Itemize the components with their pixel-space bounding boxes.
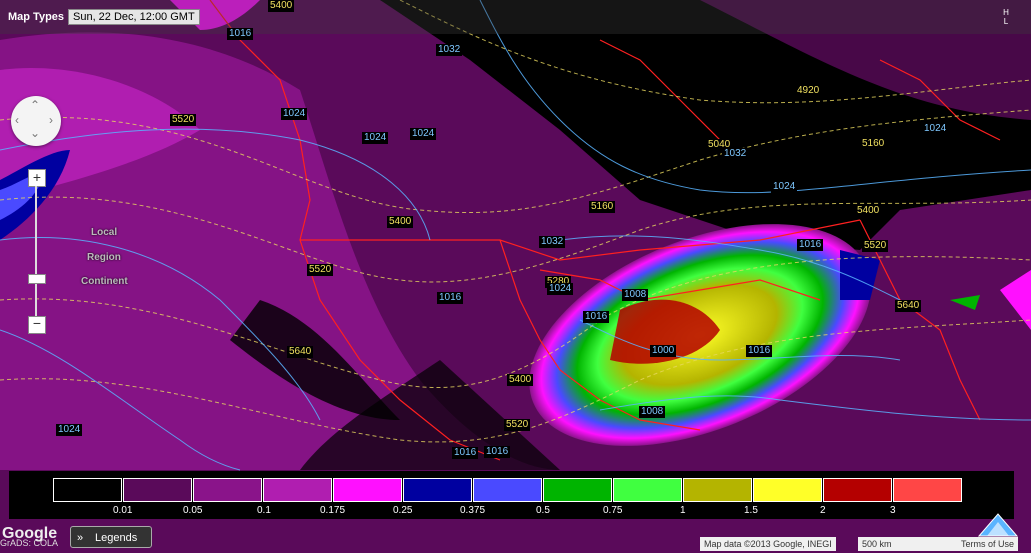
- pan-right-icon[interactable]: ›: [49, 113, 53, 127]
- legends-button-label: Legends: [95, 532, 138, 544]
- pressure-label: 1024: [362, 132, 389, 144]
- legend-swatch: [193, 478, 262, 502]
- legend-swatch: [543, 478, 612, 502]
- hl-icon[interactable]: HL: [996, 8, 1016, 30]
- legend-tick: 0.175: [320, 505, 346, 516]
- pressure-label: 1016: [227, 28, 254, 40]
- zoom-level-local[interactable]: Local: [91, 227, 117, 238]
- legend-swatch: [123, 478, 192, 502]
- map-types-button[interactable]: Map Types: [8, 11, 64, 23]
- legend-tick: 1: [680, 505, 686, 516]
- legend-tick: 0.5: [536, 505, 550, 516]
- pressure-label: 1024: [771, 181, 798, 193]
- grads-credit: GrADS: COLA: [0, 538, 59, 548]
- height-label: 5640: [895, 300, 922, 312]
- legend-swatch: [683, 478, 752, 502]
- pressure-label: 1016: [452, 447, 479, 459]
- legend-tick: 0.75: [603, 505, 623, 516]
- legends-button[interactable]: » Legends: [70, 526, 152, 548]
- map-data-attribution[interactable]: Map data ©2013 Google, INEGI: [700, 537, 836, 551]
- pressure-label: 1024: [56, 424, 83, 436]
- legend-swatch: [263, 478, 332, 502]
- zoom-out-button[interactable]: −: [28, 316, 46, 334]
- legend-tick: 0.375: [460, 505, 486, 516]
- legend-tick: 0.1: [257, 505, 271, 516]
- height-label: 5520: [170, 114, 197, 126]
- legend-swatch: [613, 478, 682, 502]
- legend-tick: 0.01: [113, 505, 133, 516]
- pressure-label: 1016: [797, 239, 824, 251]
- legend-swatch: [473, 478, 542, 502]
- pressure-label: 1032: [722, 148, 749, 160]
- pressure-label: 1032: [539, 236, 566, 248]
- double-chevron-icon: »: [77, 532, 84, 544]
- pressure-label: 1024: [547, 283, 574, 295]
- pressure-label: 1000: [650, 345, 677, 357]
- zoom-level-region[interactable]: Region: [87, 252, 121, 263]
- pressure-label: 1024: [281, 108, 308, 120]
- height-label: 5400: [268, 0, 295, 12]
- pressure-label: 1016: [437, 292, 464, 304]
- legend-swatch: [403, 478, 472, 502]
- pan-up-icon[interactable]: ⌃: [30, 98, 40, 112]
- legend-swatch: [53, 478, 122, 502]
- zoom-slider-track[interactable]: [35, 186, 37, 316]
- height-label: 5160: [589, 201, 616, 213]
- pressure-label: 1032: [436, 44, 463, 56]
- pressure-label: 1016: [583, 311, 610, 323]
- terms-of-use-link[interactable]: Terms of Use: [957, 537, 1019, 551]
- legend-tick: 2: [820, 505, 826, 516]
- height-label: 5520: [862, 240, 889, 252]
- pressure-label: 1008: [622, 289, 649, 301]
- legend-tick: 3: [890, 505, 896, 516]
- pressure-label: 1016: [746, 345, 773, 357]
- height-label: 5400: [855, 205, 882, 217]
- legend-tick: 0.05: [183, 505, 203, 516]
- zoom-slider-handle[interactable]: [28, 274, 46, 284]
- weather-logo-icon: [977, 513, 1019, 537]
- forecast-timestamp[interactable]: Sun, 22 Dec, 12:00 GMT: [68, 9, 200, 25]
- scale-bar: 500 km: [858, 537, 958, 551]
- height-label: 4920: [795, 85, 822, 97]
- pan-left-icon[interactable]: ‹: [15, 113, 19, 127]
- height-label: 5520: [504, 419, 531, 431]
- height-label: 5160: [860, 138, 887, 150]
- pan-down-icon[interactable]: ⌄: [30, 126, 40, 140]
- height-label: 5400: [507, 374, 534, 386]
- zoom-in-button[interactable]: +: [28, 169, 46, 187]
- height-label: 5640: [287, 346, 314, 358]
- height-label: 5520: [307, 264, 334, 276]
- legend-swatch: [893, 478, 962, 502]
- pressure-label: 1024: [922, 123, 949, 135]
- legend-swatch: [823, 478, 892, 502]
- height-label: 5400: [387, 216, 414, 228]
- zoom-level-continent[interactable]: Continent: [81, 276, 128, 287]
- pressure-label: 1016: [484, 446, 511, 458]
- pressure-label: 1024: [410, 128, 437, 140]
- legend-tick: 0.25: [393, 505, 413, 516]
- legend-tick: 1.5: [744, 505, 758, 516]
- pan-control[interactable]: ⌃ ‹ › ⌄: [11, 96, 61, 146]
- pressure-label: 1008: [639, 406, 666, 418]
- scale-label: 500 km: [862, 539, 892, 549]
- legend-swatch: [753, 478, 822, 502]
- precip-legend: 0.01 0.05 0.1 0.175 0.25 0.375 0.5 0.75 …: [9, 471, 1014, 519]
- legend-swatch: [333, 478, 402, 502]
